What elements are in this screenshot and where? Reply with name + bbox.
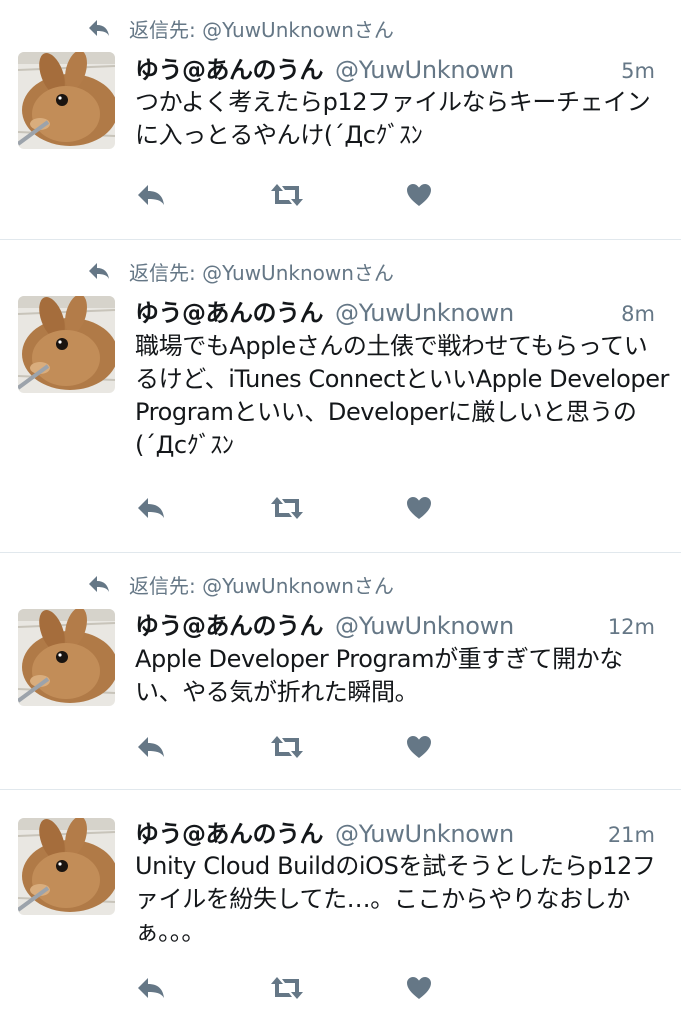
tweet-actions xyxy=(136,974,456,1004)
tweet-item[interactable]: 返信先: @YuwUnknownさん ゆう@あんのうん @YuwUnknown xyxy=(0,553,681,790)
display-name[interactable]: ゆう@あんのうん xyxy=(135,293,324,328)
like-button[interactable] xyxy=(406,733,432,761)
avatar[interactable] xyxy=(18,52,115,149)
tweet-header: ゆう@あんのうん @YuwUnknown 8m xyxy=(135,293,655,327)
retweet-button[interactable] xyxy=(269,974,305,1002)
like-button[interactable] xyxy=(406,974,432,1002)
reply-context-text: 返信先: @YuwUnknownさん xyxy=(129,573,394,598)
reply-context-icon xyxy=(88,261,114,281)
user-handle[interactable]: @YuwUnknown xyxy=(335,299,514,327)
user-handle[interactable]: @YuwUnknown xyxy=(335,612,514,640)
tweet-header: ゆう@あんのうん @YuwUnknown 12m xyxy=(135,606,655,640)
tweet-actions xyxy=(136,733,456,763)
retweet-button[interactable] xyxy=(269,181,305,209)
reply-button[interactable] xyxy=(136,181,166,209)
display-name[interactable]: ゆう@あんのうん xyxy=(135,814,324,849)
reply-context[interactable]: 返信先: @YuwUnknownさん xyxy=(88,569,394,599)
display-name[interactable]: ゆう@あんのうん xyxy=(135,606,324,641)
reply-context-text: 返信先: @YuwUnknownさん xyxy=(129,17,394,42)
reply-context-icon xyxy=(88,18,114,38)
heart-icon xyxy=(407,736,431,758)
tweet-text: Apple Developer Programが重すぎて開かない、やる気が折れた… xyxy=(135,645,623,706)
timestamp[interactable]: 12m xyxy=(608,615,655,639)
display-name[interactable]: ゆう@あんのうん xyxy=(135,50,324,85)
heart-icon xyxy=(407,184,431,206)
retweet-icon xyxy=(271,736,303,758)
reply-context[interactable]: 返信先: @YuwUnknownさん xyxy=(88,13,394,43)
tweet-text: Unity Cloud BuildのiOSを試そうとしたらp12ファイルを紛失し… xyxy=(135,852,656,946)
avatar[interactable] xyxy=(18,296,115,393)
reply-button[interactable] xyxy=(136,494,166,522)
retweet-icon xyxy=(271,497,303,519)
tweet-timeline: 返信先: @YuwUnknownさん ゆう@あんのうん @YuwUnknown xyxy=(0,0,681,1024)
tweet-item[interactable]: 返信先: @YuwUnknownさん ゆう@あんのうん @YuwUnknown xyxy=(0,0,681,240)
reply-arrow-icon xyxy=(138,498,164,518)
tweet-actions xyxy=(136,494,456,524)
retweet-icon xyxy=(271,977,303,999)
avatar[interactable] xyxy=(18,609,115,706)
timestamp[interactable]: 5m xyxy=(621,59,655,83)
reply-arrow-icon xyxy=(138,185,164,205)
reply-button[interactable] xyxy=(136,733,166,761)
heart-icon xyxy=(407,977,431,999)
tweet-text: 職場でもAppleさんの土俵で戦わせてもらっているけど、iTunes Conne… xyxy=(135,332,670,459)
reply-context-text: 返信先: @YuwUnknownさん xyxy=(129,260,394,285)
tweet-item[interactable]: 返信先: @YuwUnknownさん ゆう@あんのうん @YuwUnknown xyxy=(0,240,681,553)
tweet-actions xyxy=(136,181,456,211)
avatar[interactable] xyxy=(18,818,115,915)
user-handle[interactable]: @YuwUnknown xyxy=(335,56,514,84)
reply-context[interactable]: 返信先: @YuwUnknownさん xyxy=(88,256,394,286)
timestamp[interactable]: 21m xyxy=(608,823,655,847)
user-handle[interactable]: @YuwUnknown xyxy=(335,820,514,848)
reply-arrow-icon xyxy=(138,978,164,998)
reply-context-icon xyxy=(88,574,114,594)
like-button[interactable] xyxy=(406,181,432,209)
reply-button[interactable] xyxy=(136,974,166,1002)
like-button[interactable] xyxy=(406,494,432,522)
retweet-button[interactable] xyxy=(269,494,305,522)
reply-arrow-icon xyxy=(138,737,164,757)
timestamp[interactable]: 8m xyxy=(621,302,655,326)
retweet-icon xyxy=(271,184,303,206)
retweet-button[interactable] xyxy=(269,733,305,761)
tweet-text: つかよく考えたらp12ファイルならキーチェインに入っとるやんけ(´Дcｸﾞｽﾝ xyxy=(135,88,651,149)
tweet-header: ゆう@あんのうん @YuwUnknown 21m xyxy=(135,814,655,848)
heart-icon xyxy=(407,497,431,519)
tweet-item[interactable]: ゆう@あんのうん @YuwUnknown 21m Unity Cloud Bui… xyxy=(0,790,681,1024)
tweet-header: ゆう@あんのうん @YuwUnknown 5m xyxy=(135,50,655,84)
